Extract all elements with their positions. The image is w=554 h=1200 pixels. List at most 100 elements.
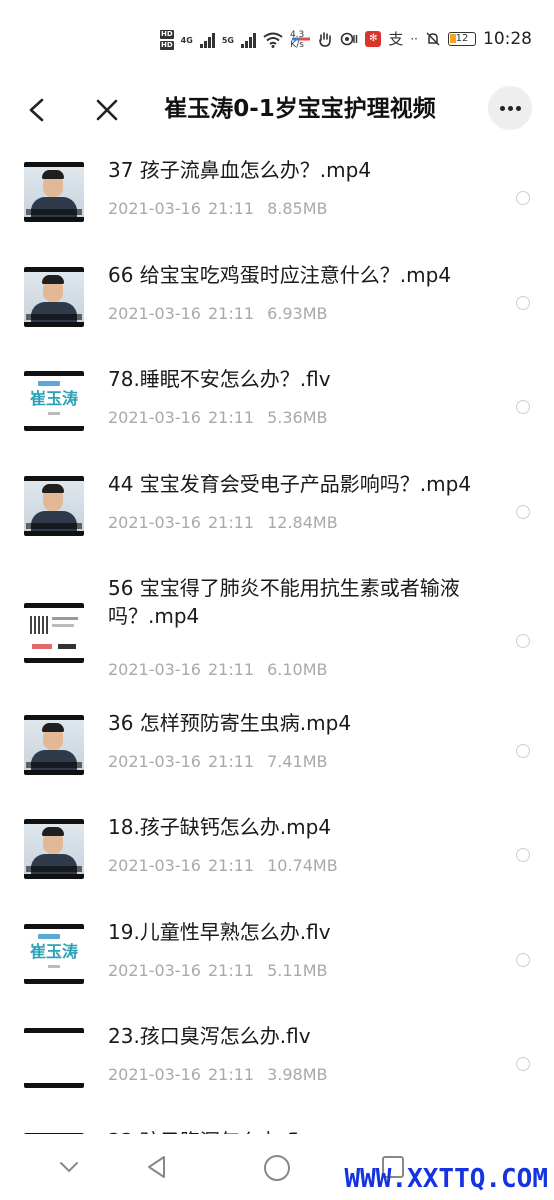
file-date: 2021-03-16 <box>108 1065 201 1084</box>
file-name: 78.睡眠不安怎么办？.flv <box>108 367 331 391</box>
portrait-image <box>24 167 84 217</box>
file-list-item[interactable]: 37 孩子流鼻血怎么办？.mp4 2021-03-16 21:11 8.85MB <box>0 148 554 248</box>
file-date: 2021-03-16 <box>108 408 201 427</box>
file-time: 21:11 <box>207 856 255 875</box>
page-title: 崔玉涛0-1岁宝宝护理视频 <box>164 96 436 122</box>
alipay-icon: 支 <box>388 30 404 48</box>
file-meta: 2021-03-16 21:11 6.93MB <box>108 303 328 325</box>
close-button[interactable] <box>92 92 122 128</box>
brand-name: 崔玉涛 <box>29 942 78 961</box>
file-name: 37 孩子流鼻血怎么办？.mp4 <box>108 158 372 182</box>
video-thumbnail <box>24 1028 84 1088</box>
file-date: 2021-03-16 <box>108 961 201 980</box>
select-radio[interactable] <box>516 634 530 648</box>
nav-down-button[interactable] <box>56 1154 82 1184</box>
portrait-image <box>24 272 84 322</box>
file-size: 7.41MB <box>267 752 328 771</box>
file-size: 6.10MB <box>267 660 328 679</box>
video-thumbnail: 崔玉涛 <box>24 371 84 431</box>
file-date: 2021-03-16 <box>108 199 201 218</box>
video-thumbnail <box>24 267 84 327</box>
file-name: 44 宝宝发育会受电子产品影响吗？.mp4 <box>108 472 472 496</box>
portrait-image <box>24 720 84 770</box>
select-radio[interactable] <box>516 848 530 862</box>
close-icon <box>96 99 118 121</box>
status-left: HD HD 4G 5G 4.3 K/s <box>160 22 304 58</box>
file-list-item[interactable]: 44 宝宝发育会受电子产品影响吗？.mp4 2021-03-16 21:11 12.8… <box>0 462 554 562</box>
file-list-item[interactable]: 18.孩子缺钙怎么办.mp4 2021-03-16 21:11 10.74MB <box>0 805 554 905</box>
file-list-item[interactable]: 56 宝宝得了肺炎不能用抗生素或者输液吗？.mp4 2021-03-16 21:11… <box>0 566 554 696</box>
file-time: 21:11 <box>207 1065 255 1084</box>
file-meta: 2021-03-16 21:11 7.41MB <box>108 751 328 773</box>
file-size: 6.93MB <box>267 304 328 323</box>
more-icon-dot <box>499 105 505 111</box>
file-time: 21:11 <box>207 961 255 980</box>
file-time: 21:11 <box>207 408 255 427</box>
nav-home-button[interactable] <box>263 1154 291 1186</box>
signal-5g-label: 5G <box>221 35 234 45</box>
more-icon-dot <box>515 105 521 111</box>
signal-icon-2 <box>240 32 256 48</box>
blank-image <box>24 1033 84 1083</box>
portrait-image <box>24 824 84 874</box>
select-radio[interactable] <box>516 400 530 414</box>
wifi-icon <box>263 32 283 48</box>
video-thumbnail: 崔玉涛 <box>24 924 84 984</box>
file-time: 21:11 <box>207 513 255 532</box>
file-date: 2021-03-16 <box>108 304 201 323</box>
nav-back-button[interactable] <box>144 1154 170 1184</box>
file-date: 2021-03-16 <box>108 513 201 532</box>
file-size: 5.36MB <box>267 408 328 427</box>
hd-icon: HD HD <box>160 30 174 50</box>
status-bar: HD HD 4G 5G 4.3 K/s ✻ 支 ·· 12 10:28 <box>0 0 554 80</box>
brand-image: 崔玉涛 <box>24 929 84 979</box>
file-list-item[interactable]: 36 怎样预防寄生虫病.mp4 2021-03-16 21:11 7.41MB <box>0 701 554 801</box>
mute-bell-icon <box>426 31 440 46</box>
select-radio[interactable] <box>516 191 530 205</box>
file-time: 21:11 <box>207 660 255 679</box>
file-name: 36 怎样预防寄生虫病.mp4 <box>108 711 352 735</box>
file-list-item[interactable]: 66 给宝宝吃鸡蛋时应注意什么？.mp4 2021-03-16 21:11 6.93M… <box>0 253 554 353</box>
file-list-item[interactable]: 23.孩口臭泻怎么办.flv 2021-03-16 21:11 3.98MB <box>0 1014 554 1114</box>
brand-name: 崔玉涛 <box>29 389 78 408</box>
file-size: 5.11MB <box>267 961 328 980</box>
select-radio[interactable] <box>516 1057 530 1071</box>
nav-back-icon <box>148 1156 165 1178</box>
select-radio[interactable] <box>516 744 530 758</box>
file-size: 3.98MB <box>267 1065 328 1084</box>
file-date: 2021-03-16 <box>108 856 201 875</box>
file-list-item[interactable]: 崔玉涛 19.儿童性早熟怎么办.flv 2021-03-16 21:11 5.11MB <box>0 910 554 1010</box>
file-list-item[interactable]: 22.孩子腹泻怎么办.flv <box>0 1119 554 1134</box>
video-thumbnail <box>24 819 84 879</box>
file-date: 2021-03-16 <box>108 660 201 679</box>
file-list-item[interactable]: 崔玉涛 78.睡眠不安怎么办？.flv 2021-03-16 21:11 5.36MB <box>0 357 554 457</box>
status-right: ✻ 支 ·· 12 10:28 <box>292 28 532 49</box>
file-meta: 2021-03-16 21:11 5.11MB <box>108 960 328 982</box>
nav-home-icon <box>264 1155 290 1181</box>
file-name: 18.孩子缺钙怎么办.mp4 <box>108 815 332 839</box>
file-meta: 2021-03-16 21:11 8.85MB <box>108 198 328 220</box>
file-time: 21:11 <box>207 752 255 771</box>
file-name: 19.儿童性早熟怎么办.flv <box>108 920 331 944</box>
video-thumbnail <box>24 162 84 222</box>
back-button[interactable] <box>22 92 52 128</box>
select-radio[interactable] <box>516 505 530 519</box>
dots-icon: ·· <box>410 31 418 46</box>
file-size: 10.74MB <box>267 856 338 875</box>
header-bar: 崔玉涛0-1岁宝宝护理视频 <box>0 80 554 140</box>
watermark: WWW.XXTTQ.COM <box>344 1164 549 1194</box>
battery-icon: 12 <box>448 31 476 46</box>
select-radio[interactable] <box>516 296 530 310</box>
file-size: 8.85MB <box>267 199 328 218</box>
file-name: 56 宝宝得了肺炎不能用抗生素或者输液吗？.mp4 <box>108 576 460 628</box>
more-button[interactable] <box>488 86 532 130</box>
eye-icon <box>341 32 358 45</box>
select-radio[interactable] <box>516 953 530 967</box>
portrait-image <box>24 481 84 531</box>
signal-icon <box>199 32 215 48</box>
file-time: 21:11 <box>207 199 255 218</box>
brand-image: 崔玉涛 <box>24 376 84 426</box>
file-name: 22.孩子腹泻怎么办.flv <box>108 1127 518 1134</box>
video-thumbnail <box>24 476 84 536</box>
file-meta: 2021-03-16 21:11 12.84MB <box>108 512 338 534</box>
